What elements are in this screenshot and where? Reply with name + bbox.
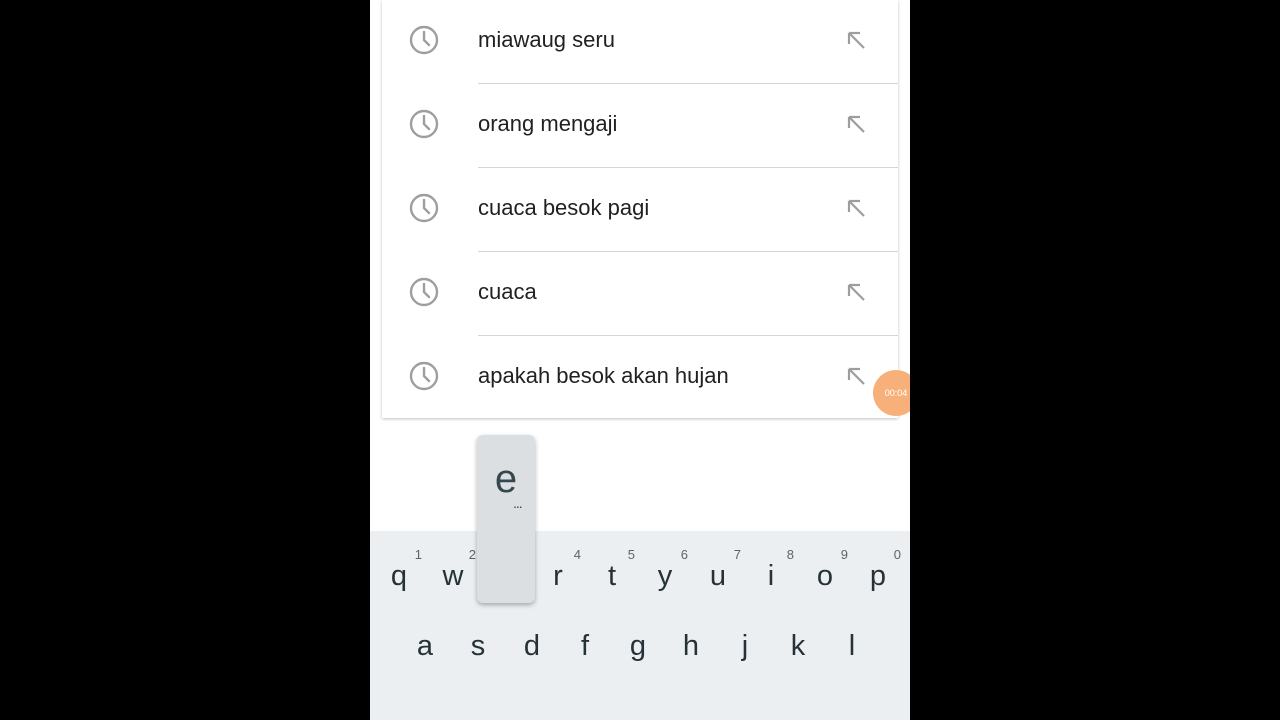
key-label: r [553, 559, 563, 592]
suggestion-item[interactable]: miawaug seru [382, 0, 898, 84]
key-p[interactable]: p 0 [851, 535, 905, 605]
key-y[interactable]: y 6 [638, 535, 692, 605]
key-f[interactable]: f [558, 611, 612, 681]
arrow-up-left-icon[interactable] [842, 26, 870, 54]
clock-icon [409, 361, 439, 391]
key-i[interactable]: i 8 [744, 535, 798, 605]
arrow-up-left-icon[interactable] [842, 110, 870, 138]
key-label: k [790, 629, 806, 662]
key-label: t [607, 559, 617, 592]
clock-icon [409, 277, 439, 307]
suggestion-text: orang mengaji [478, 111, 618, 136]
key-label: i [767, 559, 775, 592]
key-label: g [629, 629, 647, 662]
key-hint: 0 [893, 547, 901, 562]
key-g[interactable]: g [611, 611, 665, 681]
key-j[interactable]: j [718, 611, 772, 681]
key-preview-char: e [494, 457, 518, 501]
key-l[interactable]: l [825, 611, 879, 681]
on-screen-keyboard: q 1 w 2 r 4 t 5 y 6 u 7 i 8 o 9 p 0 a s … [370, 531, 910, 720]
key-label: a [416, 629, 434, 662]
suggestion-item[interactable]: orang mengaji [382, 84, 898, 168]
clock-icon [409, 25, 439, 55]
key-h[interactable]: h [664, 611, 718, 681]
key-label: h [682, 629, 700, 662]
key-label: o [816, 559, 834, 592]
key-o[interactable]: o 9 [798, 535, 852, 605]
suggestion-text: miawaug seru [478, 27, 615, 52]
suggestion-item[interactable]: apakah besok akan hujan [382, 336, 898, 420]
suggestion-item[interactable]: cuaca besok pagi [382, 168, 898, 252]
key-k[interactable]: k [771, 611, 825, 681]
key-label: p [869, 559, 887, 592]
key-label: j [741, 629, 749, 662]
arrow-up-left-icon[interactable] [842, 362, 870, 390]
clock-icon [409, 193, 439, 223]
key-a[interactable]: a [398, 611, 452, 681]
key-hint: 1 [414, 547, 422, 562]
key-q[interactable]: q 1 [372, 535, 426, 605]
arrow-up-left-icon[interactable] [842, 194, 870, 222]
key-hint: 6 [680, 547, 688, 562]
key-w[interactable]: w 2 [426, 535, 480, 605]
suggestion-text: cuaca besok pagi [478, 195, 650, 220]
key-label: l [848, 629, 856, 662]
key-label: f [580, 629, 590, 662]
key-label: d [523, 629, 541, 662]
key-label: u [709, 559, 727, 592]
more-chars-indicator: ... [513, 495, 523, 511]
key-label: y [657, 559, 673, 592]
phone-screen: miawaug seru orang mengaji cuaca besok p… [370, 0, 910, 720]
key-hint: 7 [733, 547, 741, 562]
key-label: w [442, 559, 464, 592]
key-hint: 2 [468, 547, 476, 562]
key-t[interactable]: t 5 [585, 535, 639, 605]
key-hint: 4 [573, 547, 581, 562]
key-label: s [470, 629, 486, 662]
suggestion-text: cuaca [478, 279, 537, 304]
suggestion-text: apakah besok akan hujan [478, 363, 729, 388]
key-label: q [390, 559, 408, 592]
key-d[interactable]: d [505, 611, 559, 681]
key-hint: 8 [786, 547, 794, 562]
key-hint: 9 [840, 547, 848, 562]
key-hint: 5 [627, 547, 635, 562]
key-s[interactable]: s [451, 611, 505, 681]
key-preview-popup[interactable]: e ... [477, 435, 535, 603]
search-suggestions-list: miawaug seru orang mengaji cuaca besok p… [382, 0, 898, 418]
clock-icon [409, 109, 439, 139]
arrow-up-left-icon[interactable] [842, 278, 870, 306]
key-r[interactable]: r 4 [531, 535, 585, 605]
suggestion-item[interactable]: cuaca [382, 252, 898, 336]
key-u[interactable]: u 7 [691, 535, 745, 605]
